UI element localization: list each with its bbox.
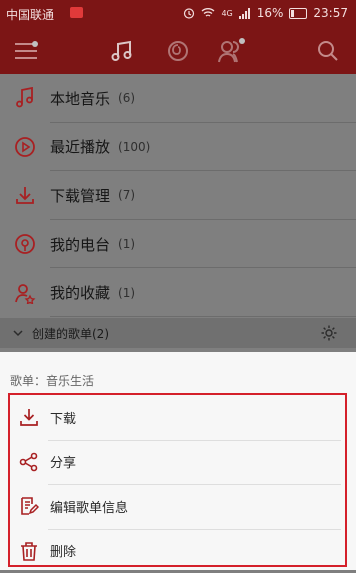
created-playlists-label: 创建的歌单(2) — [32, 325, 109, 342]
tab-discover[interactable] — [160, 34, 196, 68]
menu-icon — [13, 41, 39, 61]
library-item-label: 下载管理 — [50, 185, 110, 206]
action-label: 分享 — [50, 452, 76, 471]
nav-bar — [0, 28, 356, 74]
edit-playlist-button[interactable]: 编辑歌单信息 — [10, 484, 345, 529]
recent-play-icon — [0, 123, 50, 171]
netease-icon — [166, 39, 190, 63]
radio-icon — [0, 220, 50, 268]
tab-my-music[interactable] — [104, 34, 140, 68]
library-item-count: (1) — [118, 237, 135, 251]
library-item-recent[interactable]: 最近播放 (100) — [0, 123, 356, 172]
library-item-local[interactable]: 本地音乐 (6) — [0, 74, 356, 123]
library-item-count: (100) — [118, 140, 150, 154]
download-icon — [10, 407, 48, 427]
library-item-label: 我的收藏 — [50, 282, 110, 303]
download-icon — [0, 171, 50, 219]
library-item-count: (7) — [118, 188, 135, 202]
share-button[interactable]: 分享 — [10, 440, 345, 485]
friends-icon — [217, 38, 245, 64]
library-item-label: 最近播放 — [50, 136, 110, 157]
search-icon — [317, 40, 339, 62]
hd-badge — [70, 7, 83, 18]
chevron-down-icon — [8, 323, 28, 343]
library-item-count: (1) — [118, 286, 135, 300]
menu-button[interactable] — [8, 34, 44, 68]
library-item-radio[interactable]: 我的电台 (1) — [0, 220, 356, 269]
sheet-title: 歌单：音乐生活 — [10, 372, 94, 389]
action-label: 删除 — [50, 541, 76, 560]
library-item-collection[interactable]: 我的收藏 (1) — [0, 268, 356, 317]
carrier-name: 中国联通 — [6, 6, 54, 23]
library-list: 本地音乐 (6) 最近播放 (100) 下载管理 (7) 我的电台 (1) 我的… — [0, 74, 356, 317]
share-icon — [10, 452, 48, 472]
created-playlists-header[interactable]: 创建的歌单(2) — [0, 318, 356, 348]
library-item-label: 本地音乐 — [50, 88, 110, 109]
library-item-label: 我的电台 — [50, 234, 110, 255]
action-label: 编辑歌单信息 — [50, 497, 128, 516]
gear-icon[interactable] — [320, 324, 338, 342]
music-icon — [110, 39, 134, 63]
tab-friends[interactable] — [213, 34, 249, 68]
music-note-icon — [0, 74, 50, 122]
status-right: 4G 16% 23:57 — [183, 6, 348, 20]
wifi-icon — [201, 7, 215, 19]
download-button[interactable]: 下载 — [10, 395, 345, 440]
battery-percent: 16% — [257, 6, 284, 20]
library-item-count: (6) — [118, 91, 135, 105]
delete-button[interactable]: 删除 — [10, 529, 345, 573]
signal-icon — [239, 8, 251, 19]
playlist-action-sheet: 歌单：音乐生活 下载 分享 编辑歌单信息 删除 — [0, 352, 356, 570]
collection-icon — [0, 269, 50, 317]
edit-icon — [10, 496, 48, 516]
network-type: 4G — [221, 9, 232, 18]
clock: 23:57 — [313, 6, 348, 20]
action-list: 下载 分享 编辑歌单信息 删除 — [8, 393, 347, 567]
action-label: 下载 — [50, 408, 76, 427]
library-item-downloads[interactable]: 下载管理 (7) — [0, 171, 356, 220]
alarm-icon — [183, 7, 195, 19]
battery-icon — [289, 8, 307, 19]
status-bar: 中国联通 4G 16% 23:57 — [0, 0, 356, 28]
search-button[interactable] — [310, 34, 346, 68]
trash-icon — [10, 541, 48, 561]
